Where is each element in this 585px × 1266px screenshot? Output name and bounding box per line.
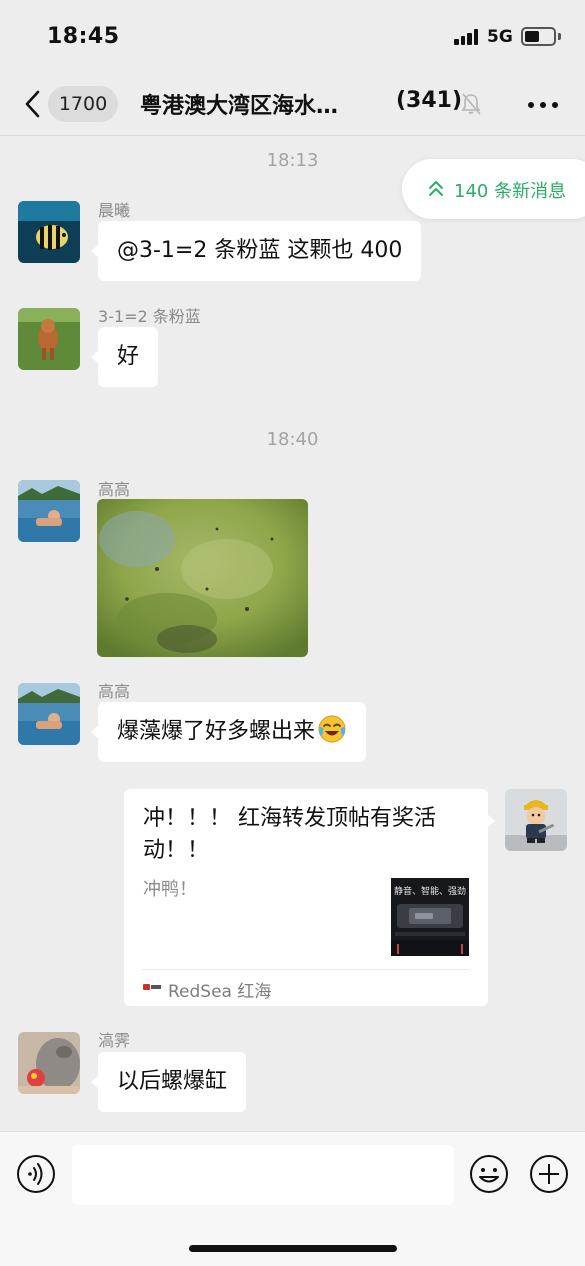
emoji-picker-icon[interactable] bbox=[469, 1154, 509, 1194]
message-input-bar bbox=[0, 1131, 585, 1266]
image-message[interactable] bbox=[97, 499, 308, 657]
chat-header: 1700 粤港澳大湾区海水… (341) bbox=[0, 72, 585, 136]
link-card-divider bbox=[142, 969, 470, 970]
unread-count-badge[interactable]: 1700 bbox=[48, 86, 118, 122]
redsea-logo-icon bbox=[143, 984, 161, 990]
status-time: 18:45 bbox=[47, 24, 120, 49]
sender-name: 晨曦 bbox=[98, 201, 131, 220]
avatar[interactable] bbox=[18, 480, 80, 542]
link-card-description: 冲鸭！ bbox=[143, 879, 197, 900]
message-bubble[interactable]: 好 bbox=[90, 327, 159, 387]
sender-name: 高高 bbox=[98, 682, 131, 701]
message-input[interactable] bbox=[72, 1145, 454, 1205]
avatar[interactable] bbox=[18, 683, 80, 745]
my-avatar[interactable] bbox=[505, 789, 567, 851]
member-count: (341) bbox=[396, 88, 463, 113]
status-bar: 18:45 5G bbox=[0, 0, 585, 72]
message-text: 爆藻爆了好多螺出来 bbox=[117, 719, 316, 744]
message-bubble[interactable]: 爆藻爆了好多螺出来 bbox=[90, 702, 367, 762]
double-chevron-up-icon bbox=[429, 181, 443, 196]
sender-name: 3-1=2 条粉蓝 bbox=[98, 307, 201, 326]
timestamp: 18:40 bbox=[266, 429, 319, 450]
link-card-message[interactable]: 冲！！！ 红海转发顶帖有奖活动！！ 冲鸭！ 静音、智能、强劲 RedSea 红海 bbox=[124, 789, 495, 1006]
crying-laughing-emoji-icon bbox=[318, 715, 346, 743]
new-messages-button[interactable]: 140 条新消息 bbox=[402, 159, 585, 219]
more-functions-plus-icon[interactable] bbox=[529, 1154, 569, 1194]
sender-name: 高高 bbox=[98, 480, 131, 499]
new-messages-label: 140 条新消息 bbox=[454, 181, 567, 202]
battery-icon bbox=[521, 27, 556, 46]
avatar[interactable] bbox=[18, 308, 80, 370]
more-options-icon[interactable] bbox=[528, 102, 558, 108]
link-card-source: RedSea 红海 bbox=[168, 982, 272, 1002]
voice-input-icon[interactable] bbox=[16, 1154, 56, 1194]
network-type: 5G bbox=[487, 27, 513, 47]
avatar[interactable] bbox=[18, 201, 80, 263]
chat-title[interactable]: 粤港澳大湾区海水… bbox=[140, 88, 380, 120]
sender-name: 滈霁 bbox=[98, 1031, 131, 1050]
link-card-thumbnail: 静音、智能、强劲 bbox=[391, 878, 469, 956]
link-card-title: 冲！！！ 红海转发顶帖有奖活动！！ bbox=[143, 806, 436, 863]
home-indicator[interactable] bbox=[189, 1245, 397, 1252]
message-bubble[interactable]: 以后螺爆缸 bbox=[90, 1052, 247, 1112]
avatar[interactable] bbox=[18, 1032, 80, 1094]
back-arrow-icon[interactable] bbox=[22, 90, 44, 118]
battery-cap bbox=[558, 33, 561, 40]
signal-strength-icon bbox=[454, 29, 480, 45]
mute-bell-icon bbox=[461, 93, 481, 115]
message-bubble[interactable]: @3-1=2 条粉蓝 这颗也 400 bbox=[90, 221, 422, 281]
